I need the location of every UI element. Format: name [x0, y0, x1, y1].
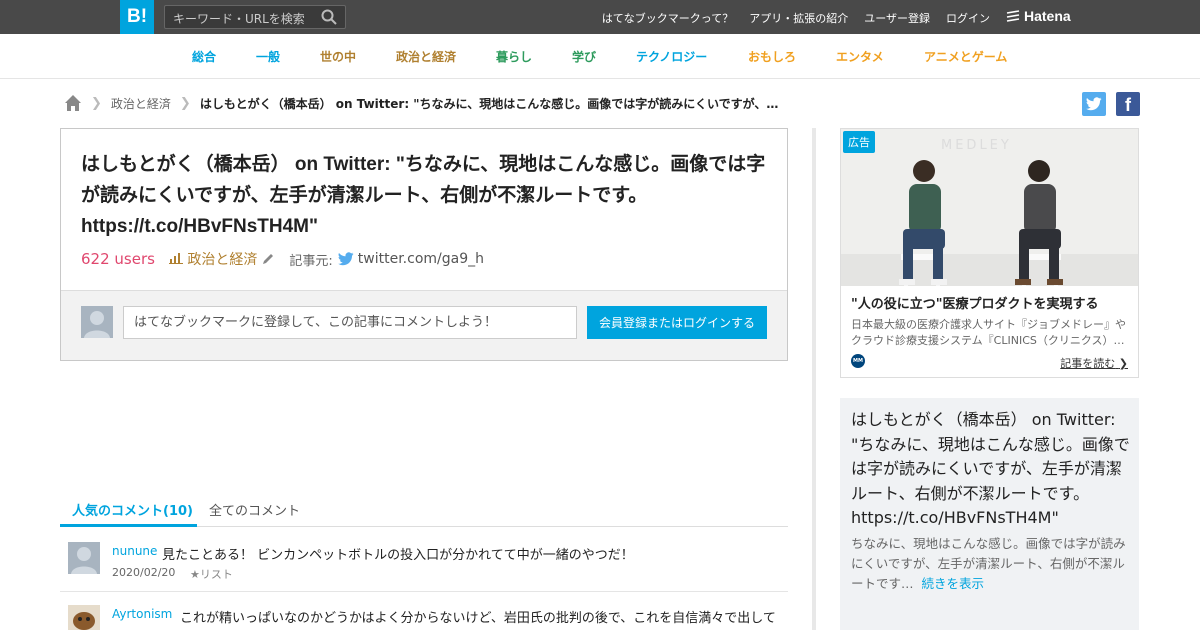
chevron-right-icon: ❯ [91, 95, 102, 111]
hatena-brand[interactable]: Hatena [1006, 8, 1071, 24]
ad-badge: 広告 [843, 131, 875, 153]
login-link[interactable]: ログイン [946, 10, 990, 26]
entry-category-label: 政治と経済 [187, 252, 258, 268]
cat-yononaka[interactable]: 世の中 [320, 48, 356, 65]
source-label: 記事元: [289, 253, 333, 269]
apps-link[interactable]: アプリ・拡張の紹介 [749, 10, 848, 26]
facebook-icon: f [1125, 95, 1131, 115]
cat-sogo[interactable]: 総合 [192, 48, 216, 65]
tab-popular-comments[interactable]: 人気のコメント(10) [72, 500, 193, 519]
avatar[interactable] [68, 542, 100, 574]
twitter-icon [1086, 97, 1102, 111]
user-placeholder-icon [84, 311, 110, 338]
avatar [81, 306, 113, 338]
summary-body: ちなみに、現地はこんな感じ。画像では字が読みにくいですが、左手が清潔ルート、右側… [851, 536, 1126, 591]
comment-input[interactable]: はてなブックマークに登録して、この記事にコメントしよう！ [123, 306, 577, 339]
breadcrumb-title: はしもとがく（橋本岳） on Twitter: "ちなみに、現地はこんな感じ。画… [199, 96, 779, 111]
ad-read-more-link[interactable]: 記事を読む ❯ [1060, 355, 1128, 371]
show-more-link[interactable]: 続きを表示 [922, 576, 985, 591]
cat-ippan[interactable]: 一般 [256, 48, 280, 65]
cat-seiji[interactable]: 政治と経済 [396, 48, 456, 65]
summary-title[interactable]: はしもとがく（橋本岳） on Twitter: "ちなみに、現地はこんな感じ。画… [851, 408, 1131, 531]
active-tab-indicator [60, 524, 197, 527]
medley-logo-icon: MM [851, 354, 865, 368]
comment-row: nunune 見たことある！ ビンカンペットボトルの投入口が分かれてて中が一緒の… [60, 542, 788, 587]
facebook-share-button[interactable]: f [1116, 92, 1140, 116]
pencil-icon[interactable] [261, 252, 275, 266]
chart-bar-icon [168, 253, 183, 264]
chevron-right-icon: ❯ [1118, 357, 1128, 370]
ad-card[interactable]: MEDLEY 広告 "人の役に立つ"医療プロダクトを実現する 日本最大級の医療介… [840, 128, 1139, 378]
top-bar: B! キーワード・URLを検索 はてなブックマークって？ アプリ・拡張の紹介 ユ… [0, 0, 1200, 34]
ad-headline[interactable]: "人の役に立つ"医療プロダクトを実現する [851, 293, 1099, 312]
search-icon[interactable] [321, 9, 337, 25]
tab-all-comments[interactable]: 全てのコメント [209, 500, 300, 519]
ad-image[interactable]: MEDLEY 広告 [841, 129, 1138, 286]
comment-user[interactable]: nunune [112, 544, 157, 558]
bookmark-users-count[interactable]: 622 users [81, 250, 155, 268]
cat-entame[interactable]: エンタメ [836, 48, 884, 65]
entry-category[interactable]: 政治と経済 [168, 249, 258, 269]
search-input[interactable]: キーワード・URLを検索 [164, 5, 346, 29]
entry-card: はしもとがく（橋本岳） on Twitter: "ちなみに、現地はこんな感じ。画… [60, 128, 788, 361]
twitter-share-button[interactable] [1082, 92, 1106, 116]
register-login-button[interactable]: 会員登録またはログインする [587, 306, 767, 339]
cat-anime-game[interactable]: アニメとゲーム [924, 48, 1007, 65]
entry-summary: はしもとがく（橋本岳） on Twitter: "ちなみに、現地はこんな感じ。画… [840, 398, 1139, 630]
hatena-bookmark-logo[interactable]: B! [120, 0, 154, 34]
cat-manabi[interactable]: 学び [572, 48, 596, 65]
home-icon[interactable] [64, 94, 82, 112]
avatar[interactable] [68, 605, 100, 630]
breadcrumb: ❯ 政治と経済 ❯ はしもとがく（橋本岳） on Twitter: "ちなみに、… [64, 94, 778, 112]
comment-text: これが精いっぱいなのかどうかはよく分からないけど、岩田氏の批判の後で、これを自信… [180, 611, 776, 626]
comment-date[interactable]: 2020/02/20 [112, 566, 175, 579]
star-list-button[interactable]: ★リスト [190, 566, 233, 582]
comment-text: 見たことある！ ビンカンペットボトルの投入口が分かれてて中が一緒のやつだ！ [162, 548, 634, 563]
entry-meta: 622 users 政治と経済 記事元: twitter.com/ga9_h [81, 249, 484, 269]
comment-tabs: 人気のコメント(10) 全てのコメント [60, 490, 788, 527]
comment-row: Ayrtonism これが精いっぱいなのかどうかはよく分からないけど、岩田氏の批… [60, 605, 788, 630]
hatena-logo-icon [1006, 10, 1020, 22]
comment-user[interactable]: Ayrtonism [112, 607, 172, 621]
svg-text:MEDLEY: MEDLEY [941, 138, 1012, 153]
cat-kurashi[interactable]: 暮らし [496, 48, 532, 65]
ad-description: 日本最大級の医療介護求人サイト『ジョブメドレー』やクラウド診療支援システム『CL… [851, 318, 1126, 347]
entry-title[interactable]: はしもとがく（橋本岳） on Twitter: "ちなみに、現地はこんな感じ。画… [81, 149, 771, 242]
hatena-brand-label: Hatena [1024, 8, 1071, 24]
summary-text: ちなみに、現地はこんな感じ。画像では字が読みにくいですが、左手が清潔ルート、右側… [851, 534, 1131, 594]
chevron-right-icon: ❯ [179, 95, 191, 111]
ad-photo: MEDLEY [841, 129, 1138, 286]
register-link[interactable]: ユーザー登録 [864, 10, 930, 26]
comment-form: はてなブックマークに登録して、この記事にコメントしよう！ 会員登録またはログイン… [61, 290, 787, 360]
about-link[interactable]: はてなブックマークって？ [602, 10, 733, 26]
comment-divider [60, 591, 788, 592]
twitter-bird-icon [337, 252, 354, 266]
breadcrumb-category[interactable]: 政治と経済 [111, 95, 171, 112]
ad-read-more-label: 記事を読む [1060, 357, 1116, 370]
header-links: はてなブックマークって？ アプリ・拡張の紹介 ユーザー登録 ログイン [602, 10, 990, 26]
cat-omoshiro[interactable]: おもしろ [748, 48, 796, 65]
category-nav: 総合 一般 世の中 政治と経済 暮らし 学び テクノロジー おもしろ エンタメ … [0, 34, 1200, 79]
column-divider [812, 128, 816, 630]
cat-technology[interactable]: テクノロジー [636, 48, 707, 65]
source-domain[interactable]: twitter.com/ga9_h [358, 251, 484, 267]
